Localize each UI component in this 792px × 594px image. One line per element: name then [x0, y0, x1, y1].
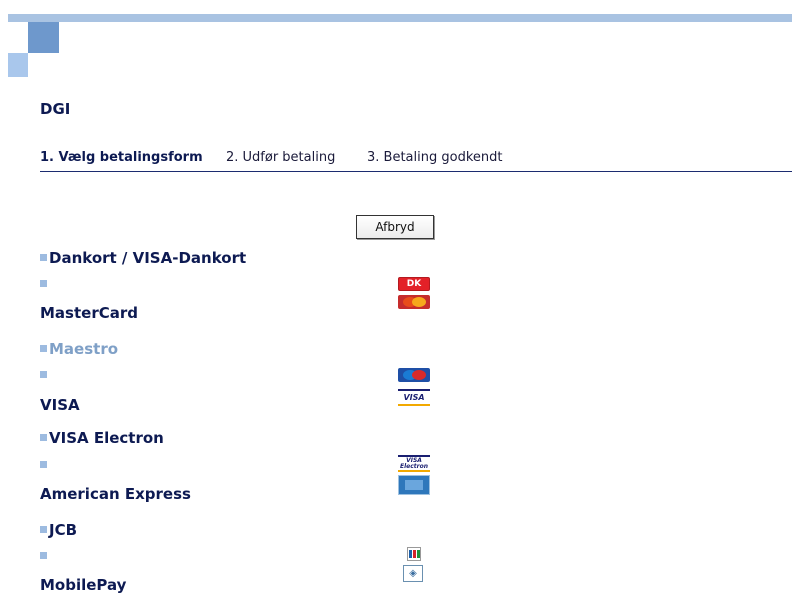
header-square-dark [28, 22, 59, 53]
visa-logo-icon[interactable]: VISA [398, 389, 430, 406]
cancel-button[interactable]: Afbryd [356, 215, 434, 239]
merchant-name: DGI [40, 100, 71, 118]
bullet-icon [40, 371, 47, 378]
bullet-icon [40, 552, 47, 559]
bullet-icon [40, 526, 47, 533]
payment-method-label: American Express [40, 485, 191, 503]
step-choose-payment: 1. Vælg betalingsform [40, 150, 203, 165]
bullet-icon [40, 254, 47, 261]
payment-method-mastercard[interactable]: MasterCard [40, 304, 138, 322]
mastercard-logo-icon[interactable] [398, 295, 430, 309]
payment-method-maestro[interactable]: Maestro [40, 340, 118, 358]
american-express-logo-icon[interactable] [398, 475, 430, 495]
visa-electron-logo-subtext: Electron [399, 462, 428, 470]
header-square-light [8, 53, 28, 77]
checkout-steps: 1. Vælg betalingsform 2. Udfør betaling … [40, 149, 792, 172]
bullet-icon [40, 345, 47, 352]
payment-method-label: VISA Electron [49, 429, 164, 447]
step-payment-approved: 3. Betaling godkendt [367, 150, 503, 165]
step-perform-payment: 2. Udfør betaling [226, 150, 336, 165]
payment-method-label: JCB [49, 521, 78, 539]
jcb-logo-icon[interactable] [407, 547, 421, 561]
payment-method-label: MasterCard [40, 304, 138, 322]
maestro-logo-icon[interactable] [398, 368, 430, 382]
payment-method-label: MobilePay [40, 576, 127, 594]
payment-method-dankort[interactable]: Dankort / VISA-Dankort [40, 249, 246, 267]
bullet-icon [40, 461, 47, 468]
mobilepay-logo-icon[interactable]: ◈ [403, 565, 423, 582]
dankort-logo-icon[interactable]: DK [398, 277, 430, 291]
payment-method-label: Maestro [49, 340, 119, 358]
payment-method-label: VISA [40, 396, 80, 414]
payment-method-label: Dankort / VISA-Dankort [49, 249, 247, 267]
payment-method-jcb[interactable]: JCB [40, 521, 77, 539]
bullet-icon [40, 434, 47, 441]
payment-method-visa-electron[interactable]: VISA Electron [40, 429, 164, 447]
payment-method-mobilepay[interactable]: MobilePay [40, 576, 126, 594]
visa-electron-logo-icon[interactable]: VISA Electron [398, 455, 430, 472]
header-bar [8, 14, 792, 22]
bullet-icon [40, 280, 47, 287]
payment-method-american-express[interactable]: American Express [40, 485, 191, 503]
payment-method-visa[interactable]: VISA [40, 396, 80, 414]
